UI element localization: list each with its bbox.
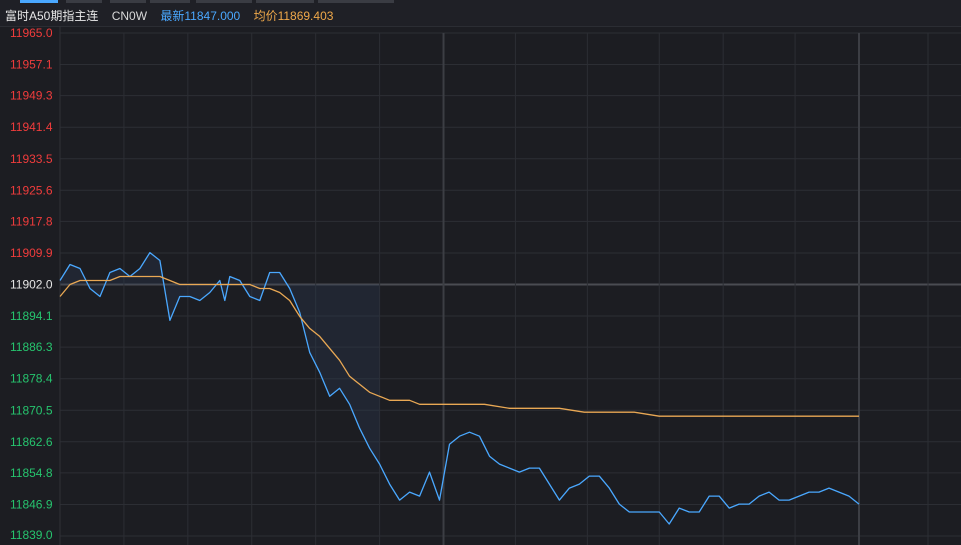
title-row: 富时A50期指主连 CN0W 最新11847.000 均价11869.403 (5, 7, 343, 24)
y-tick-label: 11909.9 (10, 246, 53, 260)
y-tick-label: 11886.3 (10, 340, 53, 354)
tab-marker[interactable] (318, 0, 394, 3)
y-tick-label: 11870.5 (10, 403, 53, 417)
tab-marker[interactable] (256, 0, 314, 3)
chart-header: 富时A50期指主连 CN0W 最新11847.000 均价11869.403 (0, 0, 961, 27)
tab-marker[interactable] (196, 0, 252, 3)
y-tick-label: 11854.8 (10, 466, 53, 480)
tab-strip (0, 0, 961, 3)
intraday-chart[interactable]: 11965.0 11957.1 11949.3 11941.4 11933.5 11925… (0, 26, 961, 545)
instrument-code: CN0W (111, 9, 148, 23)
tab-active-marker[interactable] (20, 0, 58, 3)
tab-marker[interactable] (150, 0, 190, 3)
y-tick-label: 11894.1 (10, 309, 53, 323)
y-tick-label: 11862.6 (10, 435, 53, 449)
y-tick-label: 11925.6 (10, 183, 53, 197)
y-tick-label: 11839.0 (10, 528, 53, 542)
y-tick-label: 11933.5 (10, 152, 53, 166)
y-tick-label: 11965.0 (10, 26, 53, 40)
latest-price-label: 最新11847.000 (160, 9, 241, 23)
y-tick-label: 11902.0 (10, 278, 53, 292)
instrument-name: 富时A50期指主连 (5, 9, 99, 23)
tab-marker[interactable] (110, 0, 146, 3)
y-tick-label: 11957.1 (10, 58, 53, 72)
y-tick-label: 11878.4 (10, 372, 53, 386)
y-tick-label: 11941.4 (10, 120, 53, 134)
y-tick-label: 11846.9 (10, 497, 53, 511)
tab-marker[interactable] (66, 0, 102, 3)
average-price-label: 均价11869.403 (253, 9, 334, 23)
y-tick-label: 11949.3 (10, 89, 53, 103)
y-tick-label: 11917.8 (10, 214, 53, 228)
